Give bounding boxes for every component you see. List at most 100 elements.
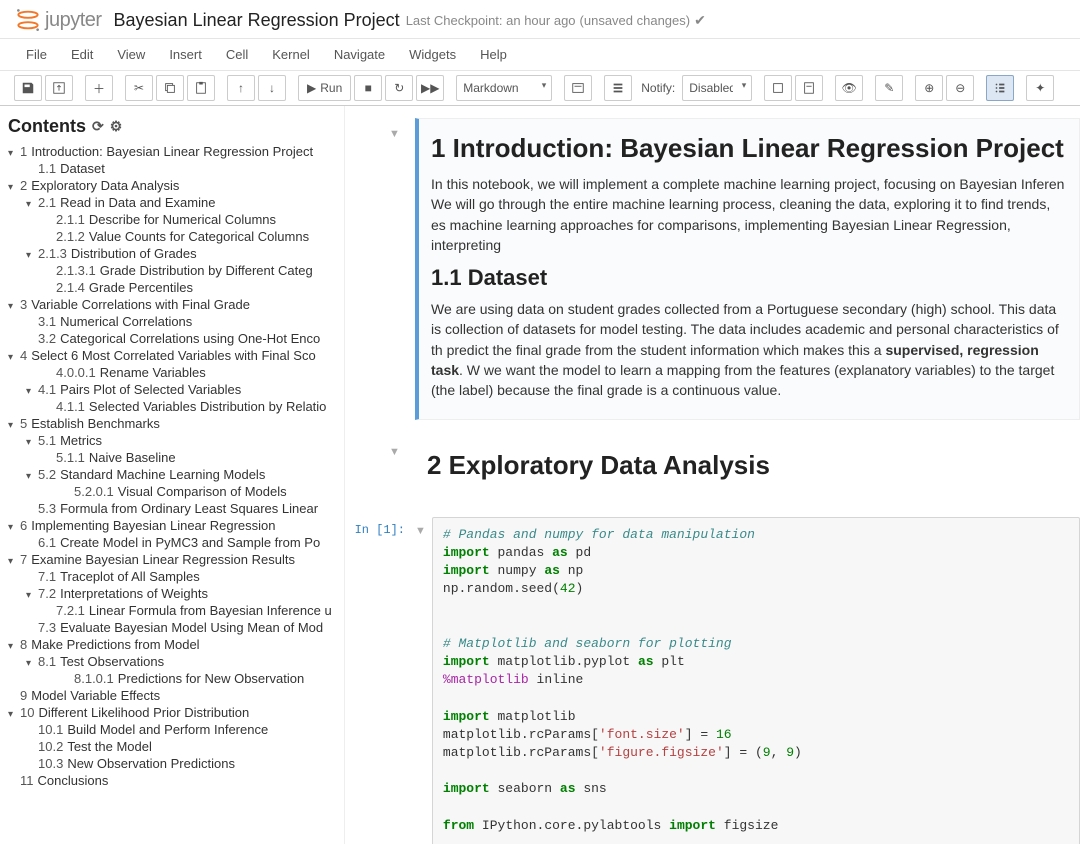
copy-button[interactable] — [156, 75, 184, 101]
code-input[interactable]: # Pandas and numpy for data manipulation… — [432, 517, 1080, 844]
toc-item[interactable]: 5.1.1Naive Baseline — [8, 449, 338, 466]
toc-item[interactable]: 6.1Create Model in PyMC3 and Sample from… — [8, 534, 338, 551]
heading-1-intro: 1 Introduction: Bayesian Linear Regressi… — [431, 133, 1067, 164]
toc-item[interactable]: 3.2Categorical Correlations using One-Ho… — [8, 330, 338, 347]
collapse-toggle-icon[interactable]: ▼ — [389, 446, 400, 458]
toc-item[interactable]: 8.1.0.1Predictions for New Observation — [8, 670, 338, 687]
restart-icon: ↻ — [394, 81, 404, 95]
add-cell-button[interactable]: ＋ — [85, 75, 113, 101]
toc-item[interactable]: ▾4.1Pairs Plot of Selected Variables — [8, 381, 338, 398]
collapse-toggle-icon[interactable]: ▼ — [389, 128, 400, 140]
menu-edit[interactable]: Edit — [59, 41, 105, 68]
input-prompt: In [1]: — [345, 517, 415, 537]
refresh-icon[interactable]: ⟳ — [92, 118, 104, 135]
interrupt-button[interactable]: ■ — [354, 75, 382, 101]
ext-button-1[interactable] — [764, 75, 792, 101]
toc-item[interactable]: ▾8.1Test Observations — [8, 653, 338, 670]
move-up-button[interactable]: ↑ — [227, 75, 255, 101]
ext-button-4[interactable]: ✎ — [875, 75, 903, 101]
cut-button[interactable]: ✂ — [125, 75, 153, 101]
notify-select[interactable]: Disabled — [682, 75, 752, 101]
toc-button[interactable] — [604, 75, 632, 101]
copy-icon — [163, 81, 177, 95]
ext-button-2[interactable] — [795, 75, 823, 101]
menu-file[interactable]: File — [14, 41, 59, 68]
toc-item[interactable]: 2.1.2Value Counts for Categorical Column… — [8, 228, 338, 245]
toc-item[interactable]: ▾1Introduction: Bayesian Linear Regressi… — [8, 143, 338, 160]
paste-button[interactable] — [187, 75, 215, 101]
toc-item[interactable]: 3.1Numerical Correlations — [8, 313, 338, 330]
restart-button[interactable]: ↻ — [385, 75, 413, 101]
toc-item[interactable]: ▾6Implementing Bayesian Linear Regressio… — [8, 517, 338, 534]
save-button[interactable] — [14, 75, 42, 101]
run-button[interactable]: ▶Run — [298, 75, 351, 101]
toc-item[interactable]: 7.3Evaluate Bayesian Model Using Mean of… — [8, 619, 338, 636]
list-icon — [611, 81, 625, 95]
code-cell-1[interactable]: In [1]: ▼ # Pandas and numpy for data ma… — [345, 517, 1080, 844]
stop-icon: ■ — [365, 81, 372, 95]
toc-item[interactable]: ▾8Make Predictions from Model — [8, 636, 338, 653]
toc-item[interactable]: 2.1.1Describe for Numerical Columns — [8, 211, 338, 228]
toc-item[interactable]: 4.0.0.1Rename Variables — [8, 364, 338, 381]
markdown-cell-eda[interactable]: ▼ 2 Exploratory Data Analysis — [345, 436, 1080, 501]
zoom-in-icon: ⊕ — [924, 81, 934, 95]
toc-sidebar[interactable]: Contents ⟳ ⚙ ▾1Introduction: Bayesian Li… — [0, 106, 345, 844]
toc-item[interactable]: ▾3Variable Correlations with Final Grade — [8, 296, 338, 313]
toc-item[interactable]: 4.1.1Selected Variables Distribution by … — [8, 398, 338, 415]
toc-item[interactable]: ▾2.1Read in Data and Examine — [8, 194, 338, 211]
notify-label: Notify: — [641, 81, 675, 95]
jupyter-icon — [14, 6, 42, 34]
toc-item[interactable]: ▾4Select 6 Most Correlated Variables wit… — [8, 347, 338, 364]
toc-item[interactable]: ▾2.1.3Distribution of Grades — [8, 245, 338, 262]
toc-toggle-button[interactable] — [986, 75, 1014, 101]
markdown-cell-intro[interactable]: ▼ 1 Introduction: Bayesian Linear Regres… — [345, 118, 1080, 420]
arrow-down-icon: ↓ — [269, 81, 275, 95]
collapse-toggle-icon[interactable]: ▼ — [415, 517, 432, 537]
toc-item[interactable]: ▾10Different Likelihood Prior Distributi… — [8, 704, 338, 721]
command-palette-button[interactable] — [564, 75, 592, 101]
toc-item[interactable]: 1.1Dataset — [8, 160, 338, 177]
toc-item[interactable]: ▾5Establish Benchmarks — [8, 415, 338, 432]
menu-insert[interactable]: Insert — [157, 41, 214, 68]
move-down-button[interactable]: ↓ — [258, 75, 286, 101]
menu-widgets[interactable]: Widgets — [397, 41, 468, 68]
notebook-title[interactable]: Bayesian Linear Regression Project — [114, 10, 400, 31]
checkpoint-status: Last Checkpoint: an hour ago — [406, 13, 576, 28]
arrow-up-icon: ↑ — [238, 81, 244, 95]
toc-item[interactable]: 11Conclusions — [8, 772, 338, 789]
toc-item[interactable]: 7.2.1Linear Formula from Bayesian Infere… — [8, 602, 338, 619]
ext-button-5[interactable]: ✦ — [1026, 75, 1054, 101]
diskupload-button[interactable] — [45, 75, 73, 101]
toc-item[interactable]: 10.2Test the Model — [8, 738, 338, 755]
zoom-out-button[interactable]: ⊖ — [946, 75, 974, 101]
toc-item[interactable]: 7.1Traceplot of All Samples — [8, 568, 338, 585]
eye-icon: 👁 — [842, 81, 857, 95]
toc-item[interactable]: 2.1.3.1Grade Distribution by Different C… — [8, 262, 338, 279]
menu-view[interactable]: View — [105, 41, 157, 68]
notebook-area[interactable]: ▼ 1 Introduction: Bayesian Linear Regres… — [345, 106, 1080, 844]
restart-run-all-button[interactable]: ▶▶ — [416, 75, 444, 101]
toc-item[interactable]: 5.2.0.1Visual Comparison of Models — [8, 483, 338, 500]
toc-item[interactable]: 10.3New Observation Predictions — [8, 755, 338, 772]
cell-type-select[interactable]: Markdown — [456, 75, 552, 101]
ext-button-3[interactable]: 👁 — [835, 75, 863, 101]
toc-item[interactable]: ▾7Examine Bayesian Linear Regression Res… — [8, 551, 338, 568]
unsaved-status: (unsaved changes) — [580, 13, 691, 28]
toc-item[interactable]: ▾5.2Standard Machine Learning Models — [8, 466, 338, 483]
menu-help[interactable]: Help — [468, 41, 519, 68]
zoom-in-button[interactable]: ⊕ — [915, 75, 943, 101]
toc-item[interactable]: 10.1Build Model and Perform Inference — [8, 721, 338, 738]
menu-cell[interactable]: Cell — [214, 41, 260, 68]
toc-item[interactable]: ▾2Exploratory Data Analysis — [8, 177, 338, 194]
toc-item[interactable]: ▾5.1Metrics — [8, 432, 338, 449]
toc-item[interactable]: 5.3Formula from Ordinary Least Squares L… — [8, 500, 338, 517]
heading-1-eda: 2 Exploratory Data Analysis — [427, 450, 1068, 481]
jupyter-logo[interactable]: jupyter — [14, 6, 102, 34]
menu-kernel[interactable]: Kernel — [260, 41, 322, 68]
toc-item[interactable]: 9Model Variable Effects — [8, 687, 338, 704]
toc-item[interactable]: 2.1.4Grade Percentiles — [8, 279, 338, 296]
gear-icon[interactable]: ⚙ — [110, 118, 123, 135]
menu-navigate[interactable]: Navigate — [322, 41, 397, 68]
toc-item[interactable]: ▾7.2Interpretations of Weights — [8, 585, 338, 602]
zoom-out-icon: ⊖ — [955, 81, 965, 95]
